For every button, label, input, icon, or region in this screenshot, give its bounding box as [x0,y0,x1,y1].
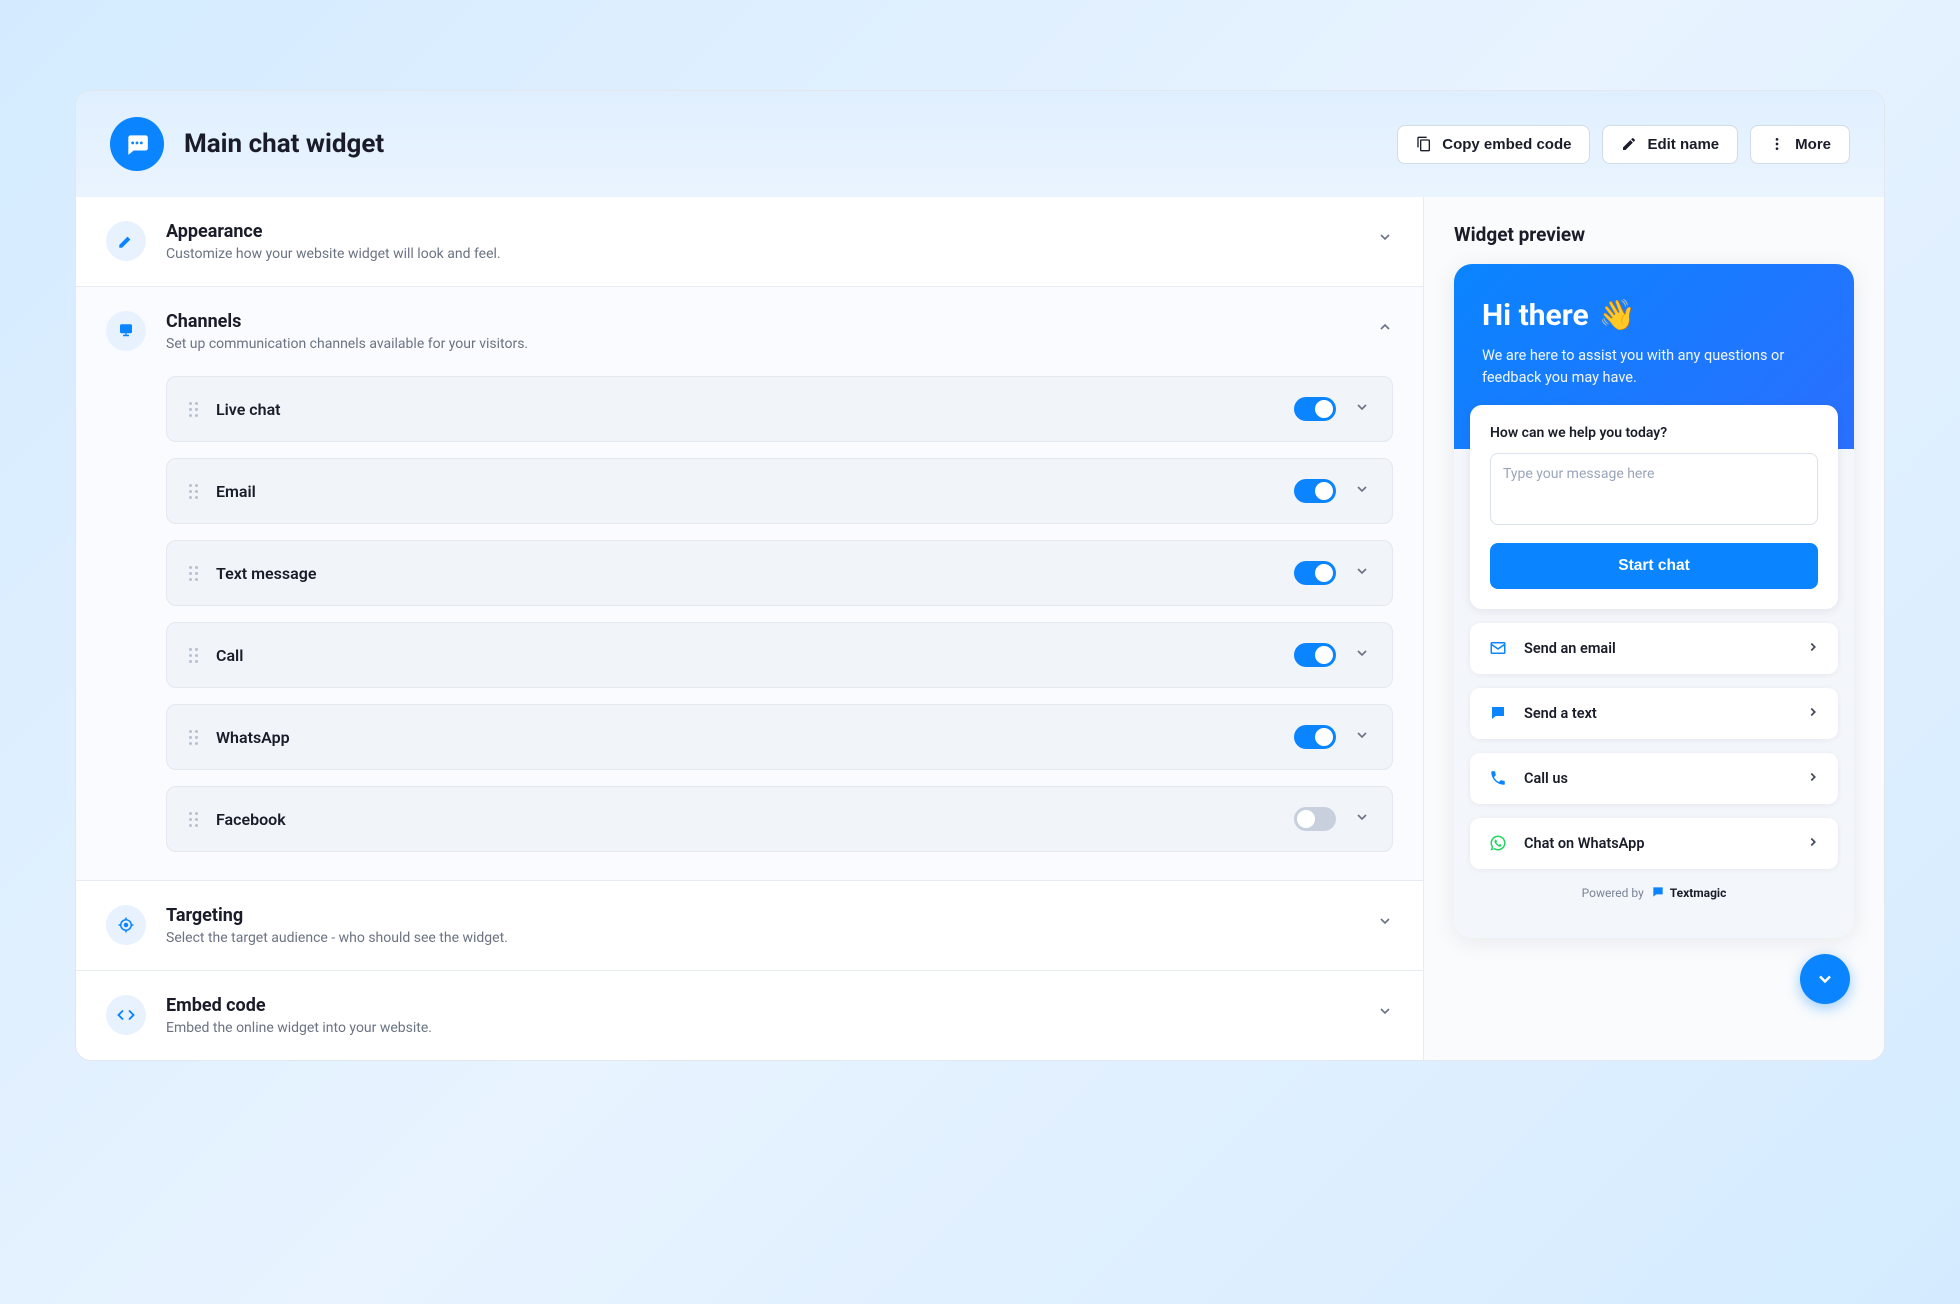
section-desc: Embed the online widget into your websit… [166,1020,1357,1036]
channel-toggle[interactable] [1294,479,1336,503]
section-targeting[interactable]: Targeting Select the target audience - w… [76,881,1423,971]
widget-message-input[interactable] [1490,453,1818,525]
widget-option[interactable]: Send an email [1470,623,1838,674]
channel-label: Facebook [216,810,1276,829]
embed-icon [106,995,146,1035]
channel-toggle[interactable] [1294,561,1336,585]
widget-subtext: We are here to assist you with any quest… [1482,345,1826,389]
more-label: More [1795,136,1831,153]
chevron-down-icon [1377,1003,1393,1023]
chevron-up-icon [1377,319,1393,339]
widget-preview: Hi there 👋 We are here to assist you wit… [1454,264,1854,938]
section-appearance[interactable]: Appearance Customize how your website wi… [76,197,1423,287]
channels-list: Live chat Email Text message [76,376,1423,881]
call-icon [1488,769,1508,787]
wave-emoji: 👋 [1599,298,1636,333]
textmagic-icon [1651,885,1665,899]
drag-handle-icon[interactable] [189,812,198,827]
channel-label: Live chat [216,400,1276,419]
header-actions: Copy embed code Edit name More [1397,125,1850,164]
greeting-text: Hi there [1482,298,1589,333]
channel-row[interactable]: Email [166,458,1393,524]
widget-question: How can we help you today? [1490,425,1818,441]
widget-greeting: Hi there 👋 [1482,298,1826,333]
channel-row[interactable]: Live chat [166,376,1393,442]
chevron-down-icon [1354,399,1370,419]
widget-chat-panel: How can we help you today? Start chat [1470,405,1838,609]
option-label: Call us [1524,770,1790,787]
chevron-right-icon [1806,834,1820,853]
drag-handle-icon[interactable] [189,730,198,745]
more-icon [1769,136,1785,152]
section-title: Embed code [166,995,1357,1016]
section-desc: Set up communication channels available … [166,336,1357,352]
footer-prefix: Powered by [1582,886,1644,900]
drag-handle-icon[interactable] [189,566,198,581]
chevron-right-icon [1806,704,1820,723]
channel-toggle[interactable] [1294,725,1336,749]
preview-title: Widget preview [1454,223,1854,246]
edit-name-label: Edit name [1647,136,1719,153]
channel-row[interactable]: Facebook [166,786,1393,852]
chevron-down-icon [1354,481,1370,501]
copy-embed-label: Copy embed code [1442,136,1571,153]
channel-label: Text message [216,564,1276,583]
chevron-down-icon [1377,913,1393,933]
channel-label: Email [216,482,1276,501]
chevron-down-icon [1354,809,1370,829]
page-title: Main chat widget [184,129,1377,159]
text-icon [1488,704,1508,722]
chevron-down-icon [1377,229,1393,249]
option-label: Chat on WhatsApp [1524,835,1790,852]
whatsapp-icon [1488,834,1508,852]
section-channels[interactable]: Channels Set up communication channels a… [76,287,1423,376]
widget-option[interactable]: Chat on WhatsApp [1470,818,1838,869]
channel-toggle[interactable] [1294,807,1336,831]
section-title: Appearance [166,221,1357,242]
widget-footer: Powered by Textmagic [1470,869,1838,918]
section-embed[interactable]: Embed code Embed the online widget into … [76,971,1423,1060]
channels-icon [106,311,146,351]
widget-option[interactable]: Call us [1470,753,1838,804]
channel-label: WhatsApp [216,728,1276,747]
targeting-icon [106,905,146,945]
widget-option[interactable]: Send a text [1470,688,1838,739]
section-title: Channels [166,311,1357,332]
more-button[interactable]: More [1750,125,1850,164]
chevron-right-icon [1806,769,1820,788]
chevron-down-icon [1354,563,1370,583]
settings-left: Appearance Customize how your website wi… [76,197,1424,1060]
section-desc: Select the target audience - who should … [166,930,1357,946]
channel-row[interactable]: Text message [166,540,1393,606]
start-chat-button[interactable]: Start chat [1490,543,1818,589]
footer-brand: Textmagic [1670,886,1727,900]
chevron-right-icon [1806,639,1820,658]
option-label: Send a text [1524,705,1790,722]
channel-toggle[interactable] [1294,643,1336,667]
widget-toggle-fab[interactable] [1800,954,1850,1004]
channel-label: Call [216,646,1276,665]
email-icon [1488,639,1508,657]
copy-icon [1416,136,1432,152]
section-title: Targeting [166,905,1357,926]
chevron-down-icon [1354,727,1370,747]
chevron-down-icon [1354,645,1370,665]
edit-icon [1621,136,1637,152]
appearance-icon [106,221,146,261]
channel-row[interactable]: Call [166,622,1393,688]
settings-card: Main chat widget Copy embed code Edit na… [75,90,1885,1061]
section-desc: Customize how your website widget will l… [166,246,1357,262]
drag-handle-icon[interactable] [189,648,198,663]
copy-embed-code-button[interactable]: Copy embed code [1397,125,1590,164]
edit-name-button[interactable]: Edit name [1602,125,1738,164]
option-label: Send an email [1524,640,1790,657]
drag-handle-icon[interactable] [189,402,198,417]
widget-icon [110,117,164,171]
header: Main chat widget Copy embed code Edit na… [76,91,1884,197]
channel-toggle[interactable] [1294,397,1336,421]
preview-panel: Widget preview Hi there 👋 We are here to… [1424,197,1884,1060]
drag-handle-icon[interactable] [189,484,198,499]
channel-row[interactable]: WhatsApp [166,704,1393,770]
